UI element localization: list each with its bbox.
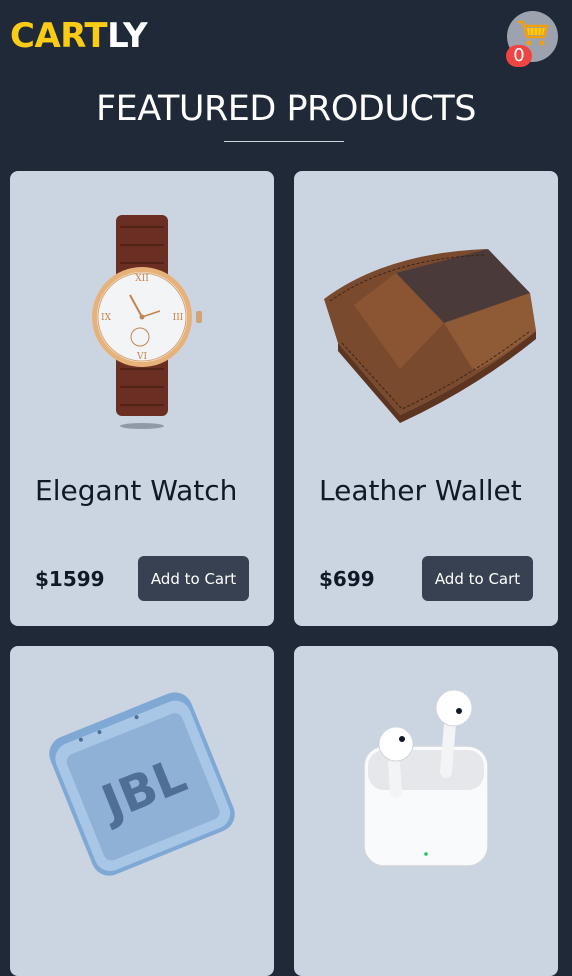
- speaker-image[interactable]: JBL: [10, 646, 274, 926]
- product-card-earbuds: [294, 646, 558, 976]
- product-card-wallet: Leather Wallet $699 Add to Cart: [294, 171, 558, 626]
- earbuds-image[interactable]: [294, 646, 558, 926]
- svg-text:XII: XII: [135, 274, 149, 284]
- page-title: FEATURED PRODUCTS: [95, 89, 477, 129]
- cart-button[interactable]: 0: [506, 11, 558, 67]
- watch-image[interactable]: XII III VI IX: [10, 171, 274, 451]
- title-underline: [224, 141, 344, 142]
- add-to-cart-button[interactable]: Add to Cart: [138, 556, 249, 601]
- logo-part-2: LY: [107, 16, 148, 56]
- product-name: Leather Wallet: [319, 474, 522, 507]
- product-card-watch: XII III VI IX Elegant Watch $1599 Add to…: [10, 171, 274, 626]
- logo[interactable]: CARTLY: [10, 14, 148, 58]
- svg-text:III: III: [173, 313, 184, 323]
- svg-text:VI: VI: [136, 352, 147, 362]
- wallet-image[interactable]: [294, 171, 558, 451]
- product-price: $699: [319, 567, 375, 591]
- svg-text:IX: IX: [101, 313, 112, 323]
- cart-count-badge: 0: [506, 45, 532, 67]
- product-card-speaker: JBL: [10, 646, 274, 976]
- product-name: Elegant Watch: [35, 474, 238, 507]
- product-price: $1599: [35, 567, 105, 591]
- logo-part-1: CART: [10, 16, 108, 56]
- add-to-cart-button[interactable]: Add to Cart: [422, 556, 533, 601]
